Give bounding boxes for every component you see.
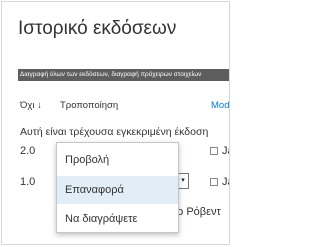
panel-title: Ιστορικό εκδόσεων bbox=[18, 18, 177, 39]
modified-by-text: ρ Ρόβεντ bbox=[177, 206, 221, 218]
table-row-side[interactable]: Ja bbox=[210, 176, 229, 188]
menu-item-delete[interactable]: Να διαγράψετε bbox=[57, 205, 178, 233]
row-checkbox[interactable] bbox=[210, 147, 218, 155]
command-bar[interactable]: Διαγραφή όλων των εκδόσεων, διαγραφή πρό… bbox=[18, 69, 229, 81]
table-row-side[interactable]: Ja bbox=[210, 145, 229, 157]
row-author: Ja bbox=[222, 176, 229, 188]
command-bar-text[interactable]: Διαγραφή όλων των εκδόσεων, διαγραφή πρό… bbox=[20, 71, 201, 78]
column-header-no[interactable]: Όχι ↓ bbox=[20, 100, 42, 111]
menu-item-restore[interactable]: Επαναφορά bbox=[57, 176, 178, 204]
version-history-panel: Ιστορικό εκδόσεων Διαγραφή όλων των εκδό… bbox=[1, 1, 230, 245]
chevron-down-icon: ▾ bbox=[181, 177, 185, 184]
column-header-modified[interactable]: Τροποποίηση bbox=[60, 100, 118, 111]
context-menu: Προβολή Επαναφορά Να διαγράψετε bbox=[56, 142, 179, 233]
version-number: 2.0 bbox=[20, 145, 36, 157]
version-number: 1.0 bbox=[20, 176, 36, 188]
menu-item-view[interactable]: Προβολή bbox=[57, 146, 178, 174]
current-version-note: Αυτή είναι τρέχουσα εγκεκριμένη έκδοση bbox=[20, 126, 209, 138]
row-checkbox[interactable] bbox=[210, 178, 218, 186]
row-author: Ja bbox=[222, 145, 229, 157]
column-header-modified-by[interactable]: Mod bbox=[211, 100, 229, 111]
